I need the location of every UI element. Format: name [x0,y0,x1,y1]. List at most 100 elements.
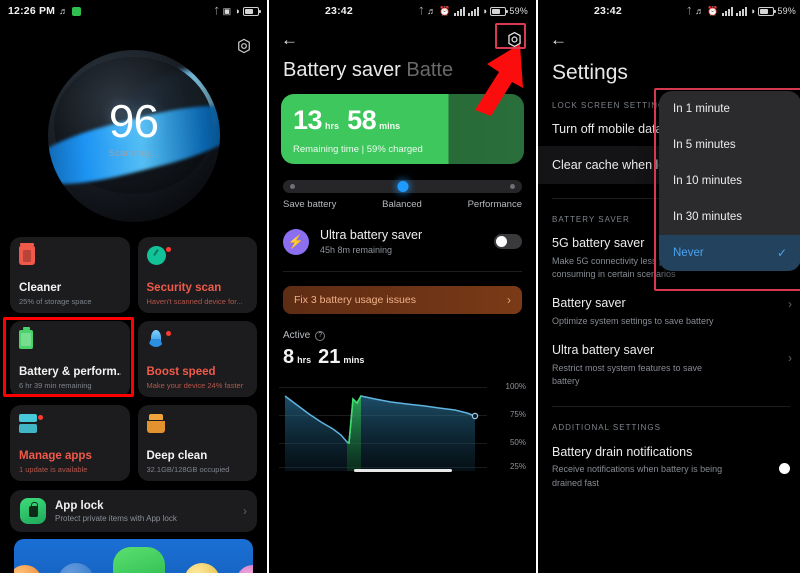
alarm-icon: ⏰ [439,5,451,16]
active-label: Active [283,330,311,341]
setting-row-battery-drain-notifications[interactable]: Battery drain notifications Receive noti… [538,432,800,490]
dropdown-item-in-5-minutes[interactable]: In 5 minutes [659,127,800,163]
tile-battery-performance[interactable]: Battery & perform... 6 hr 39 min remaini… [10,321,130,397]
tile-subtitle: 1 update is available [19,465,88,474]
mode-label-performance[interactable]: Performance [468,199,522,210]
chart-end-marker [471,412,479,420]
mode-label-save-battery[interactable]: Save battery [283,199,336,210]
active-hours: 8 [283,346,295,368]
page-title-ghost: Batte [406,59,454,81]
home-indicator [353,469,452,472]
status-bar-panel3: 23:42 ᛏ ♬ ⏰ ◑ 59% [538,0,800,22]
app-lock-row[interactable]: App lock Protect private items with App … [10,490,257,532]
dropdown-item-in-10-minutes[interactable]: In 10 minutes [659,163,800,199]
ytick-50: 50% [509,438,526,447]
setting-subtitle: Optimize system settings to save battery [552,315,714,326]
three-phone-screenshots: 12:26 PM ♬ ᛏ ▣ ◑ 96 Scanning... Cleaner … [0,0,800,573]
promo-bubble-5 [236,565,253,573]
alert-badge [165,331,171,336]
chart-y-axis-labels: 100% 75% 50% 25% [496,379,530,471]
gear-icon[interactable] [235,37,253,55]
promo-bubble-facebook: f [58,563,94,573]
tile-security-scan[interactable]: Security scan Haven't scanned device for… [137,237,257,313]
back-arrow-icon[interactable]: ← [550,31,567,48]
active-hours-unit: hrs [297,355,312,365]
vibrate-icon: ♬ [695,5,705,16]
active-minutes: 21 [318,346,341,368]
back-arrow-icon[interactable]: ← [281,31,298,48]
fix-banner-label: Fix 3 battery usage issues [294,294,416,306]
bluetooth-icon: ᛏ [686,5,693,16]
signal-sim2-icon [735,6,747,16]
chart-plot-area [284,395,479,471]
mode-slider-track[interactable] [283,180,522,193]
battery-icon [758,6,777,16]
app-lock-subtitle: Protect private items with App lock [55,513,177,523]
alarm-icon: ⏰ [707,5,719,16]
page-title-text: Battery saver [283,59,401,81]
remaining-subtitle: Remaining time | 59% charged [293,144,423,155]
tile-deep-clean[interactable]: Deep clean 32.1GB/128GB occupied [137,405,257,481]
signal-sim1-icon [721,6,733,16]
battery-icon [19,327,41,354]
vibrate-icon: ♬ [427,5,437,16]
setting-row-ultra-battery-saver[interactable]: Ultra battery saver Restrict most system… [538,328,800,388]
alert-badge [165,247,171,252]
fix-battery-issues-banner[interactable]: Fix 3 battery usage issues › [283,286,522,314]
mode-label-balanced[interactable]: Balanced [382,199,422,210]
dropdown-item-label: In 5 minutes [673,139,736,151]
remaining-hours: 13 [293,105,323,135]
tile-subtitle: 32.1GB/128GB occupied [146,465,230,474]
ultra-battery-saver-toggle[interactable] [494,234,522,249]
tile-boost-speed[interactable]: Boost speed Make your device 24% faster [137,321,257,397]
dropdown-item-label: In 30 minutes [673,211,743,223]
tile-manage-apps[interactable]: Manage apps 1 update is available [10,405,130,481]
status-clock: 12:26 PM [8,5,56,17]
tile-title: Battery & perform... [19,366,121,378]
status-bar-panel1: 12:26 PM ♬ ᛏ ▣ ◑ [0,0,267,22]
ultra-battery-saver-row[interactable]: ⚡ Ultra battery saver 45h 8m remaining [283,228,522,255]
bluetooth-icon: ᛏ [418,5,425,16]
question-icon[interactable]: ? [315,330,326,341]
dropdown-item-never[interactable]: Never ✓ [659,235,800,271]
setting-title: Ultra battery saver [552,342,655,357]
rocket-icon [147,330,171,354]
dropdown-item-label: In 1 minute [673,103,730,115]
tile-subtitle: 6 hr 39 min remaining [19,381,92,390]
remaining-minutes-unit: mins [379,121,401,131]
setting-row-battery-saver[interactable]: Battery saver Optimize system settings t… [538,281,800,328]
promo-banner[interactable]: f [14,539,253,573]
ultra-title: Ultra battery saver [320,228,423,242]
mode-dot-performance[interactable] [510,184,515,189]
wifi-icon: ◑ [481,5,488,16]
status-left: 23:42 [325,5,353,17]
promo-bubble-4 [184,563,220,573]
bluetooth-icon: ᛏ [214,5,220,16]
mode-dot-save-battery[interactable] [290,184,295,189]
active-minutes-unit: mins [343,355,365,365]
status-left: 23:42 [594,5,622,17]
ytick-25: 25% [509,462,526,471]
dropdown-item-in-30-minutes[interactable]: In 30 minutes [659,199,800,235]
chart-area-charging [347,396,361,471]
tile-title: Deep clean [146,450,208,462]
battery-history-chart: 100% 75% 50% 25% [269,379,536,475]
wifi-icon: ◑ [749,5,756,16]
timeout-dropdown-menu[interactable]: In 1 minute In 5 minutes In 10 minutes I… [659,91,800,271]
dropdown-item-in-1-minute[interactable]: In 1 minute [659,91,800,127]
setting-subtitle: Restrict most system features to save ba… [552,362,703,386]
battery-icon [243,6,261,16]
ytick-100: 100% [505,382,526,391]
active-time-section: Active ? 8 hrs 21 mins [283,330,522,369]
performance-mode-selector[interactable]: Save battery Balanced Performance [283,180,522,210]
status-clock: 23:42 [325,5,353,17]
wifi-icon: ◑ [234,5,240,16]
section-header-additional: ADDITIONAL SETTINGS [552,422,661,432]
remaining-hours-unit: hrs [325,121,340,131]
tile-title: Cleaner [19,282,62,294]
mode-dot-balanced-selected[interactable] [397,181,408,192]
tile-title: Boost speed [146,366,216,378]
tile-cleaner[interactable]: Cleaner 25% of storage space [10,237,130,313]
status-bar-panel2: 23:42 ᛏ ♬ ⏰ ◑ 59% [269,0,536,22]
nav-bar-panel3: ← [538,22,800,56]
